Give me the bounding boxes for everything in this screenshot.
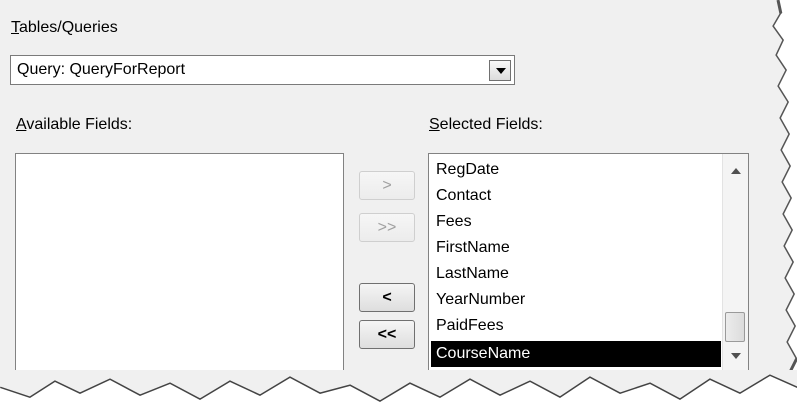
scroll-up-icon[interactable] bbox=[731, 168, 741, 174]
tables-queries-value: Query: QueryForReport bbox=[17, 61, 186, 78]
add-all-fields-button[interactable]: >> bbox=[359, 213, 415, 242]
torn-edge-bottom bbox=[0, 370, 797, 416]
available-fields-list[interactable] bbox=[15, 153, 344, 374]
list-item[interactable]: LastName bbox=[431, 261, 721, 287]
list-item[interactable]: Fees bbox=[431, 209, 721, 235]
scrollbar-thumb[interactable] bbox=[725, 312, 745, 342]
list-item[interactable]: YearNumber bbox=[431, 287, 721, 313]
chevron-down-icon bbox=[496, 68, 506, 74]
torn-edge-right bbox=[760, 0, 797, 416]
list-item-selected[interactable]: CourseName bbox=[431, 341, 721, 367]
selected-fields-label: Selected Fields: bbox=[429, 116, 543, 133]
selected-fields-scrollbar[interactable] bbox=[722, 154, 748, 373]
add-field-button[interactable]: > bbox=[359, 171, 415, 200]
list-item[interactable]: Contact bbox=[431, 183, 721, 209]
scroll-down-icon[interactable] bbox=[731, 353, 741, 359]
remove-field-button[interactable]: < bbox=[359, 283, 415, 312]
list-item[interactable]: FirstName bbox=[431, 235, 721, 261]
list-item[interactable]: PaidFees bbox=[431, 313, 721, 339]
remove-all-fields-button[interactable]: << bbox=[359, 320, 415, 349]
list-item[interactable]: RegDate bbox=[431, 157, 721, 183]
query-wizard-panel: Tables/Queries Query: QueryForReport Ava… bbox=[0, 0, 778, 390]
available-fields-label: Available Fields: bbox=[16, 116, 133, 133]
tables-queries-label: Tables/Queries bbox=[11, 19, 118, 36]
tables-queries-dropdown[interactable]: Query: QueryForReport bbox=[10, 55, 515, 85]
selected-fields-list[interactable]: RegDate Contact Fees FirstName LastName … bbox=[428, 153, 749, 374]
dropdown-button[interactable] bbox=[489, 60, 511, 81]
